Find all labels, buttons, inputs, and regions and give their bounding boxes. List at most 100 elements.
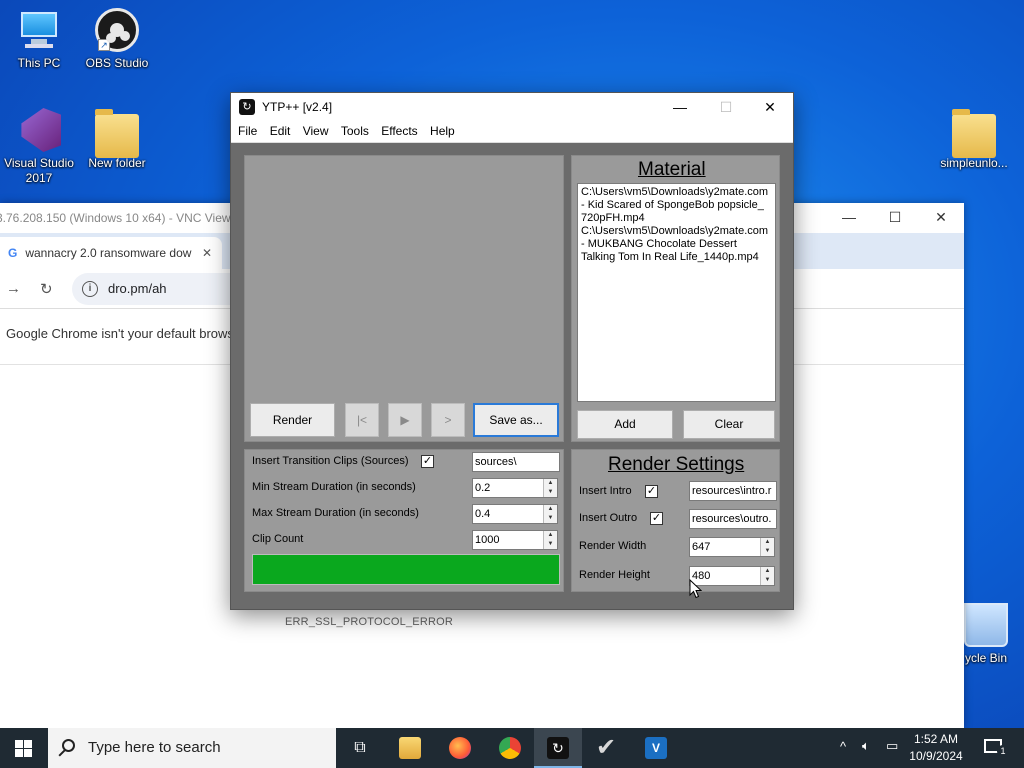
taskbar-ytp[interactable]: ↻ bbox=[534, 728, 582, 768]
start-button[interactable] bbox=[0, 728, 48, 768]
menu-effects[interactable]: Effects bbox=[377, 121, 422, 138]
next-button[interactable]: > bbox=[431, 403, 465, 437]
firefox-icon bbox=[449, 736, 471, 759]
close-button[interactable]: ✕ bbox=[918, 203, 964, 233]
taskbar-vnc[interactable]: V bbox=[632, 728, 680, 768]
taskbar-file-explorer[interactable] bbox=[386, 728, 434, 768]
progress-fill bbox=[253, 555, 559, 584]
add-button[interactable]: Add bbox=[577, 410, 673, 439]
render-button[interactable]: Render bbox=[250, 403, 335, 437]
notification-center-button[interactable]: 1 bbox=[978, 728, 1018, 768]
menu-file[interactable]: File bbox=[234, 121, 262, 138]
previous-button[interactable]: |< bbox=[345, 403, 379, 437]
show-hidden-icons[interactable]: ^ bbox=[840, 739, 846, 754]
sources-field[interactable]: sources\ bbox=[472, 452, 560, 472]
mouse-cursor-icon bbox=[689, 579, 702, 599]
intro-checkbox[interactable]: ✓ bbox=[645, 485, 658, 498]
clear-button[interactable]: Clear bbox=[683, 410, 775, 439]
recycle-bin-icon bbox=[964, 603, 1008, 647]
outro-label: Insert Outro bbox=[579, 512, 638, 524]
menu-edit[interactable]: Edit bbox=[266, 121, 296, 138]
forward-icon[interactable]: → bbox=[6, 280, 21, 297]
ytp-app-icon: ↻ bbox=[239, 99, 255, 115]
notification-count: 1 bbox=[997, 745, 1009, 757]
render-width-spinner[interactable]: 647 ▲ ▼ bbox=[689, 537, 775, 557]
desktop-icon-obs-studio[interactable]: ↗ OBS Studio bbox=[75, 8, 159, 71]
url-text: dro.pm/ah bbox=[108, 281, 167, 296]
taskbar-firefox[interactable] bbox=[436, 728, 484, 768]
render-width-value: 647 bbox=[692, 541, 711, 553]
vnc-icon: V bbox=[645, 736, 667, 759]
min-duration-label: Min Stream Duration (in seconds) bbox=[252, 481, 416, 493]
network-icon[interactable]: ▭ bbox=[886, 738, 898, 754]
clip-count-spinner[interactable]: 1000 ▲ ▼ bbox=[472, 530, 558, 550]
desktop-icon-label: This PC bbox=[17, 56, 61, 70]
error-code: ERR_SSL_PROTOCOL_ERROR bbox=[285, 616, 454, 628]
menu-help[interactable]: Help bbox=[426, 121, 460, 138]
spinner-arrows-icon[interactable]: ▲ ▼ bbox=[543, 531, 557, 549]
tab-title: wannacry 2.0 ransomware dow bbox=[25, 246, 192, 260]
desktop-icon-label: OBS Studio bbox=[85, 56, 149, 70]
save-as-button[interactable]: Save as... bbox=[473, 403, 559, 437]
intro-label: Insert Intro bbox=[579, 485, 632, 497]
window-title: 3.76.208.150 (Windows 10 x64) - VNC View… bbox=[0, 211, 242, 225]
clip-count-value: 1000 bbox=[475, 534, 500, 546]
render-settings-heading: Render Settings bbox=[608, 454, 745, 475]
desktop-icon-this-pc[interactable]: This PC bbox=[0, 8, 81, 71]
clock-time: 1:52 AM bbox=[913, 732, 959, 746]
maximize-button: ☐ bbox=[719, 99, 733, 115]
progress-bar bbox=[252, 554, 560, 585]
menu-view[interactable]: View bbox=[299, 121, 334, 138]
file-explorer-icon bbox=[399, 736, 421, 759]
folder-icon bbox=[952, 109, 996, 158]
spinner-arrows-icon[interactable]: ▲ ▼ bbox=[543, 479, 557, 497]
address-bar[interactable]: i dro.pm/ah bbox=[72, 273, 242, 305]
task-view-icon: ⧉ bbox=[354, 739, 366, 756]
spinner-arrows-icon[interactable]: ▲ ▼ bbox=[543, 505, 557, 523]
render-settings-panel: Render Settings Insert Intro ✓ resources… bbox=[571, 449, 780, 592]
search-icon bbox=[62, 739, 75, 752]
outro-checkbox[interactable]: ✓ bbox=[650, 512, 663, 525]
menu-tools[interactable]: Tools bbox=[337, 121, 374, 138]
taskbar: Type here to search ⧉ ↻ ✔ V ^ 🔈︎ ▭ 1:52 … bbox=[0, 728, 1024, 768]
computer-icon bbox=[17, 8, 61, 52]
volume-icon[interactable]: 🔈︎ bbox=[862, 738, 870, 754]
ytp-titlebar[interactable]: ↻ YTP++ [v2.4] — ☐ ✕ bbox=[231, 93, 793, 121]
obs-icon: ↗ bbox=[95, 8, 139, 52]
min-duration-value: 0.2 bbox=[475, 482, 491, 494]
reload-icon[interactable]: ↻ bbox=[40, 280, 53, 298]
transition-checkbox[interactable]: ✓ bbox=[421, 455, 434, 468]
task-view-button[interactable]: ⧉ bbox=[336, 728, 384, 768]
taskbar-search-box[interactable]: Type here to search bbox=[48, 728, 336, 768]
spinner-arrows-icon[interactable]: ▲ ▼ bbox=[760, 567, 774, 585]
material-panel: Material C:\Users\vm5\Downloads\y2mate.c… bbox=[571, 155, 780, 442]
taskbar-checkmark-app[interactable]: ✔ bbox=[582, 728, 630, 768]
ytp-window[interactable]: ↻ YTP++ [v2.4] — ☐ ✕ File Edit View Tool… bbox=[230, 92, 794, 610]
tab-close-icon[interactable]: ✕ bbox=[202, 237, 212, 269]
max-duration-value: 0.4 bbox=[475, 508, 491, 520]
close-button[interactable]: ✕ bbox=[747, 93, 793, 121]
outro-path-field[interactable]: resources\outro. bbox=[689, 509, 777, 529]
play-button[interactable]: ▶ bbox=[388, 403, 422, 437]
min-duration-spinner[interactable]: 0.2 ▲ ▼ bbox=[472, 478, 558, 498]
max-duration-label: Max Stream Duration (in seconds) bbox=[252, 507, 419, 519]
maximize-button[interactable]: ☐ bbox=[872, 203, 918, 233]
desktop-icon-simpleunlocker[interactable]: simpleunlo... bbox=[932, 108, 1016, 171]
material-list[interactable]: C:\Users\vm5\Downloads\y2mate.com - Kid … bbox=[577, 183, 776, 402]
minimize-button[interactable]: — bbox=[657, 93, 703, 121]
list-item[interactable]: C:\Users\vm5\Downloads\y2mate.com - MUKB… bbox=[581, 225, 772, 264]
info-icon[interactable]: i bbox=[82, 281, 98, 297]
windows-logo-icon bbox=[15, 740, 23, 748]
desktop-icon-visual-studio[interactable]: Visual Studio 2017 bbox=[0, 108, 81, 186]
visual-studio-icon bbox=[21, 108, 61, 152]
list-item[interactable]: C:\Users\vm5\Downloads\y2mate.com - Kid … bbox=[581, 186, 772, 225]
minimize-button[interactable]: — bbox=[826, 203, 872, 233]
system-clock[interactable]: 1:52 AM 10/9/2024 bbox=[904, 731, 968, 765]
render-height-label: Render Height bbox=[579, 569, 650, 581]
max-duration-spinner[interactable]: 0.4 ▲ ▼ bbox=[472, 504, 558, 524]
intro-path-field[interactable]: resources\intro.r bbox=[689, 481, 777, 501]
taskbar-chrome[interactable] bbox=[486, 728, 534, 768]
spinner-arrows-icon[interactable]: ▲ ▼ bbox=[760, 538, 774, 556]
desktop-icon-new-folder[interactable]: New folder bbox=[75, 108, 159, 171]
browser-tab[interactable]: Gwannacry 2.0 ransomware dow ✕ bbox=[0, 237, 222, 269]
